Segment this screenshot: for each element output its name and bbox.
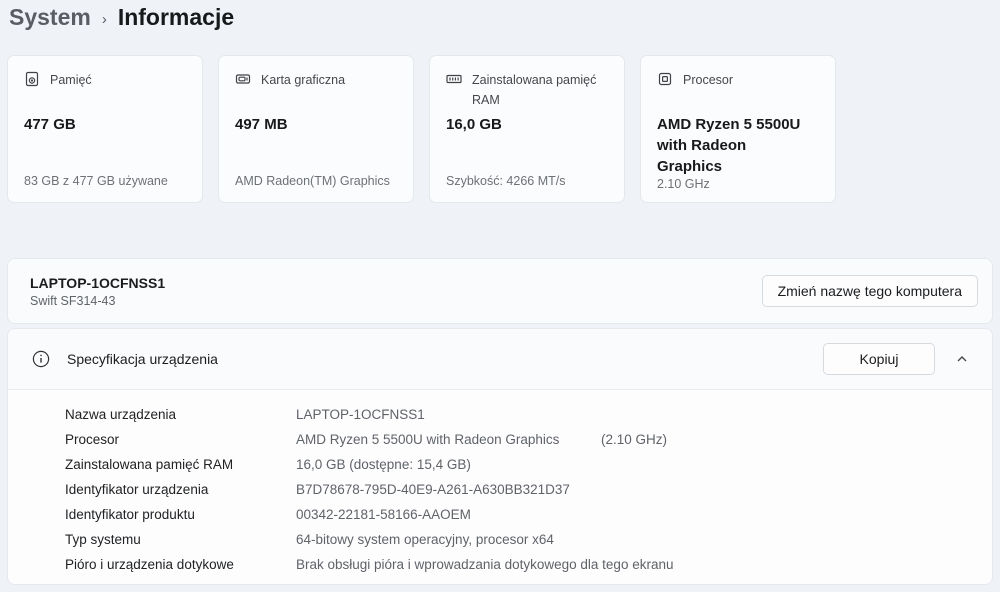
spec-value: 64-bitowy system operacyjny, procesor x6… xyxy=(296,532,554,547)
card-storage-label: Pamięć xyxy=(50,73,92,87)
spec-value-extra: (2.10 GHz) xyxy=(601,432,668,447)
spec-row-system-type: Typ systemu 64-bitowy system operacyjny,… xyxy=(65,532,992,557)
card-ram-subtitle: Szybkość: 4266 MT/s xyxy=(446,174,566,188)
device-model: Swift SF314-43 xyxy=(30,293,116,308)
chevron-up-icon[interactable] xyxy=(948,345,976,373)
card-gpu: Karta graficzna 497 MB AMD Radeon(TM) Gr… xyxy=(218,55,414,203)
card-ram-label: Zainstalowana pamięć RAM xyxy=(472,73,597,107)
copy-button[interactable]: Kopiuj xyxy=(823,343,935,375)
cpu-icon xyxy=(657,71,673,87)
rename-computer-button[interactable]: Zmień nazwę tego komputera xyxy=(761,275,978,307)
spec-value: AMD Ryzen 5 5500U with Radeon Graphics xyxy=(296,432,560,447)
summary-cards: Pamięć 477 GB 83 GB z 477 GB używane Kar… xyxy=(7,55,836,203)
spec-label: Zainstalowana pamięć RAM xyxy=(65,457,234,472)
card-storage: Pamięć 477 GB 83 GB z 477 GB używane xyxy=(7,55,203,203)
spec-label: Identyfikator urządzenia xyxy=(65,482,209,497)
spec-row-pen-touch: Pióro i urządzenia dotykowe Brak obsługi… xyxy=(65,557,992,582)
card-cpu-value: AMD Ryzen 5 5500U with Radeon Graphics xyxy=(657,116,801,175)
device-spec-expander-header[interactable]: Specyfikacja urządzenia Kopiuj xyxy=(8,329,992,390)
card-gpu-value: 497 MB xyxy=(235,116,288,133)
spec-row-processor: Procesor AMD Ryzen 5 5500U with Radeon G… xyxy=(65,432,992,457)
card-cpu-label: Procesor xyxy=(683,73,734,87)
breadcrumb-system[interactable]: System xyxy=(9,4,91,31)
breadcrumb-separator-icon: › xyxy=(101,10,107,28)
spec-value: Brak obsługi pióra i wprowadzania dotyko… xyxy=(296,557,674,572)
spec-row-device-id: Identyfikator urządzenia B7D78678-795D-4… xyxy=(65,482,992,507)
spec-row-device-name: Nazwa urządzenia LAPTOP-1OCFNSS1 xyxy=(65,407,992,432)
page-title: Informacje xyxy=(117,4,235,30)
info-icon xyxy=(32,350,50,368)
device-name: LAPTOP-1OCFNSS1 xyxy=(30,274,166,291)
spec-row-installed-ram: Zainstalowana pamięć RAM 16,0 GB (dostęp… xyxy=(65,457,992,482)
spec-label: Procesor xyxy=(65,432,120,447)
device-identity: LAPTOP-1OCFNSS1 Swift SF314-43 xyxy=(30,275,165,308)
device-spec-list: Nazwa urządzenia LAPTOP-1OCFNSS1 Proceso… xyxy=(8,390,992,582)
card-cpu: Procesor AMD Ryzen 5 5500U with Radeon G… xyxy=(640,55,836,203)
breadcrumb: System › Informacje xyxy=(9,4,234,31)
spec-label: Nazwa urządzenia xyxy=(65,407,177,422)
ram-icon xyxy=(446,71,462,87)
spec-row-product-id: Identyfikator produktu 00342-22181-58166… xyxy=(65,507,992,532)
spec-value: LAPTOP-1OCFNSS1 xyxy=(296,407,425,422)
spec-value: B7D78678-795D-40E9-A261-A630BB321D37 xyxy=(296,482,570,497)
device-spec-panel: Specyfikacja urządzenia Kopiuj Nazwa urz… xyxy=(7,328,993,585)
spec-label: Identyfikator produktu xyxy=(65,507,195,522)
gpu-icon xyxy=(235,71,251,87)
card-gpu-label: Karta graficzna xyxy=(261,73,346,87)
card-gpu-subtitle: AMD Radeon(TM) Graphics xyxy=(235,174,390,188)
device-spec-title: Specyfikacja urządzenia xyxy=(67,351,218,367)
card-ram: Zainstalowana pamięć RAM 16,0 GB Szybkoś… xyxy=(429,55,625,203)
card-storage-value: 477 GB xyxy=(24,116,76,133)
spec-label: Pióro i urządzenia dotykowe xyxy=(65,557,234,572)
card-ram-value: 16,0 GB xyxy=(446,116,502,133)
card-storage-subtitle: 83 GB z 477 GB używane xyxy=(24,174,168,188)
device-name-panel: LAPTOP-1OCFNSS1 Swift SF314-43 Zmień naz… xyxy=(7,258,993,324)
card-cpu-subtitle: 2.10 GHz xyxy=(657,177,710,191)
spec-value: 16,0 GB (dostępne: 15,4 GB) xyxy=(296,457,471,472)
storage-icon xyxy=(24,71,40,87)
spec-label: Typ systemu xyxy=(65,532,141,547)
spec-value: 00342-22181-58166-AAOEM xyxy=(296,507,471,522)
